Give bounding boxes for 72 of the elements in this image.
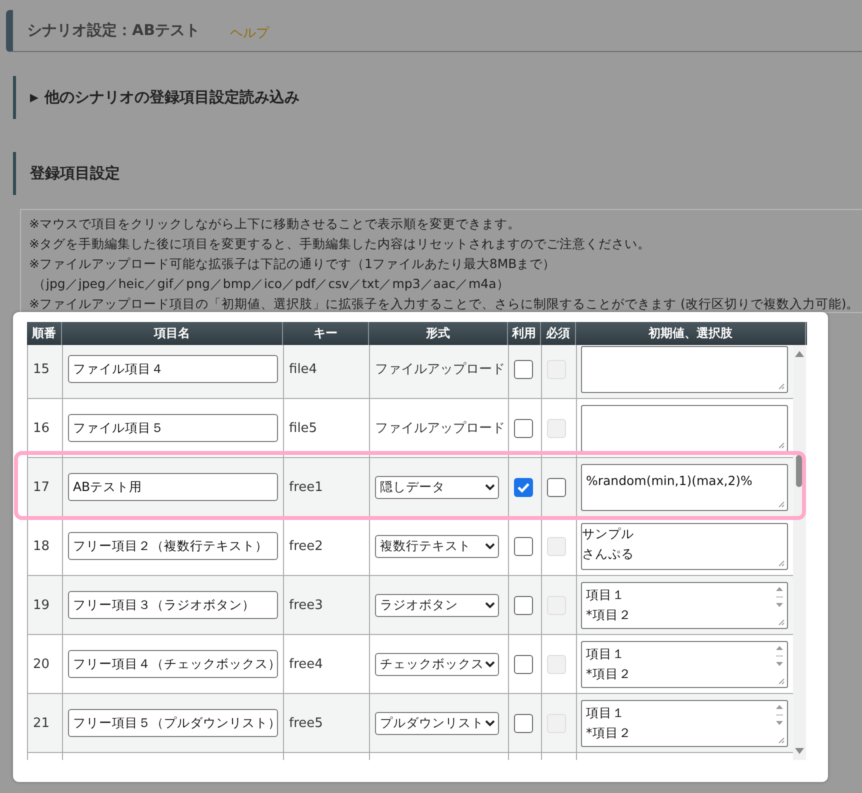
note-text: ※ファイルアップロード項目の「初期値、選択肢」に拡張子を入力することで、さらに制限することができます (改行区切りで複数入力可能)。 [29,295,860,313]
initial-value-field[interactable]: 項目１ *項目２ [581,640,788,688]
use-checkbox[interactable] [514,596,533,614]
resize-grip-icon[interactable] [778,678,785,684]
check-icon [517,482,530,492]
note-text: （jpg／jpeg／heic／gif／png／bmp／ico／pdf／csv／txt／mp3／aac／m4a） [32,275,510,293]
note-text: ※マウスで項目をクリックしながら上下に移動させることで表示順を変更できます。 [29,215,522,233]
scroll-down-icon[interactable] [795,748,804,754]
row-number: 17 [33,480,50,494]
use-checkbox[interactable] [514,654,533,674]
format-text: ファイルアップロード [375,361,505,378]
key-text: file5 [289,420,318,436]
row-number: 19 [33,598,50,612]
key-text: free1 [289,480,323,494]
row-number: 21 [33,716,50,730]
format-text: ファイルアップロード [375,420,505,437]
row-number: 18 [33,538,50,554]
resize-grip-icon[interactable] [778,560,785,566]
initial-value-field[interactable]: 項目１ *項目２ [581,700,788,746]
note-text: ※ファイルアップロード可能な拡張子は下記の通りです（1ファイルあたり最大8MBまで） [29,255,557,273]
chevron-down-icon [485,484,495,490]
initial-value-field[interactable]: %random(min,1)(max,2)% [581,464,788,510]
item-name-field[interactable]: ファイル項目５ [68,414,278,442]
use-checkbox[interactable] [514,478,533,496]
initial-value-field[interactable] [581,346,788,392]
format-select[interactable]: 複数行テキスト [375,534,499,558]
item-name-field[interactable]: フリー項目３（ラジオボタン） [68,591,278,619]
format-select[interactable]: プルダウンリスト [375,712,499,734]
key-text: free3 [289,598,323,612]
use-checkbox[interactable] [514,418,533,438]
scrollbar[interactable] [793,345,806,760]
chevron-down-icon [485,660,495,668]
row-number: 15 [33,362,50,376]
resize-grip-icon[interactable] [778,618,785,626]
use-checkbox[interactable] [514,536,533,556]
row-number: 16 [33,420,50,436]
use-checkbox[interactable] [514,360,533,378]
resize-grip-icon[interactable] [778,382,785,390]
spin-arrows-icon[interactable] [775,586,784,608]
key-text: free2 [289,538,323,554]
chevron-down-icon [485,542,495,550]
resize-grip-icon[interactable] [778,500,785,508]
format-select[interactable]: チェックボックス [375,652,499,676]
resize-grip-icon[interactable] [778,736,785,744]
chevron-down-icon [485,602,495,608]
format-select[interactable]: ラジオボタン [375,594,499,616]
expand-arrow[interactable]: ▶ [30,91,38,104]
note-text: ※タグを手動編集した後に項目を変更すると、手動編集した内容はリセットされますのでご注意ください。 [29,235,652,253]
item-name-field[interactable]: フリー項目２（複数行テキスト） [68,532,278,560]
scroll-thumb[interactable] [796,455,802,487]
key-text: file4 [289,362,318,376]
scroll-up-icon[interactable] [795,351,804,357]
format-select[interactable]: 隠しデータ [375,476,499,498]
item-name-field[interactable]: フリー項目４（チェックボックス） [68,650,278,678]
item-name-field[interactable]: ファイル項目４ [68,355,278,383]
spin-arrows-icon[interactable] [775,704,784,726]
key-text: free5 [289,716,323,730]
item-name-field[interactable]: フリー項目５（プルダウンリスト） [68,709,278,737]
chevron-down-icon [485,720,495,726]
page-title: シナリオ設定：ABテスト [27,21,200,40]
initial-value-field[interactable]: サンプル さんぷる [581,522,788,570]
resize-grip-icon[interactable] [778,442,785,448]
section-title[interactable]: 他のシナリオの登録項目設定読み込み [44,88,300,107]
key-text: free4 [289,656,323,672]
initial-value-field[interactable]: 項目１ *項目２ [581,582,788,628]
item-name-field[interactable]: ABテスト用 [68,473,278,501]
row-number: 20 [33,656,50,672]
spin-arrows-icon[interactable] [775,644,784,666]
initial-value-field[interactable] [581,404,788,452]
required-checkbox[interactable] [547,478,566,496]
use-checkbox[interactable] [514,714,533,732]
section-title: 登録項目設定 [30,164,120,183]
